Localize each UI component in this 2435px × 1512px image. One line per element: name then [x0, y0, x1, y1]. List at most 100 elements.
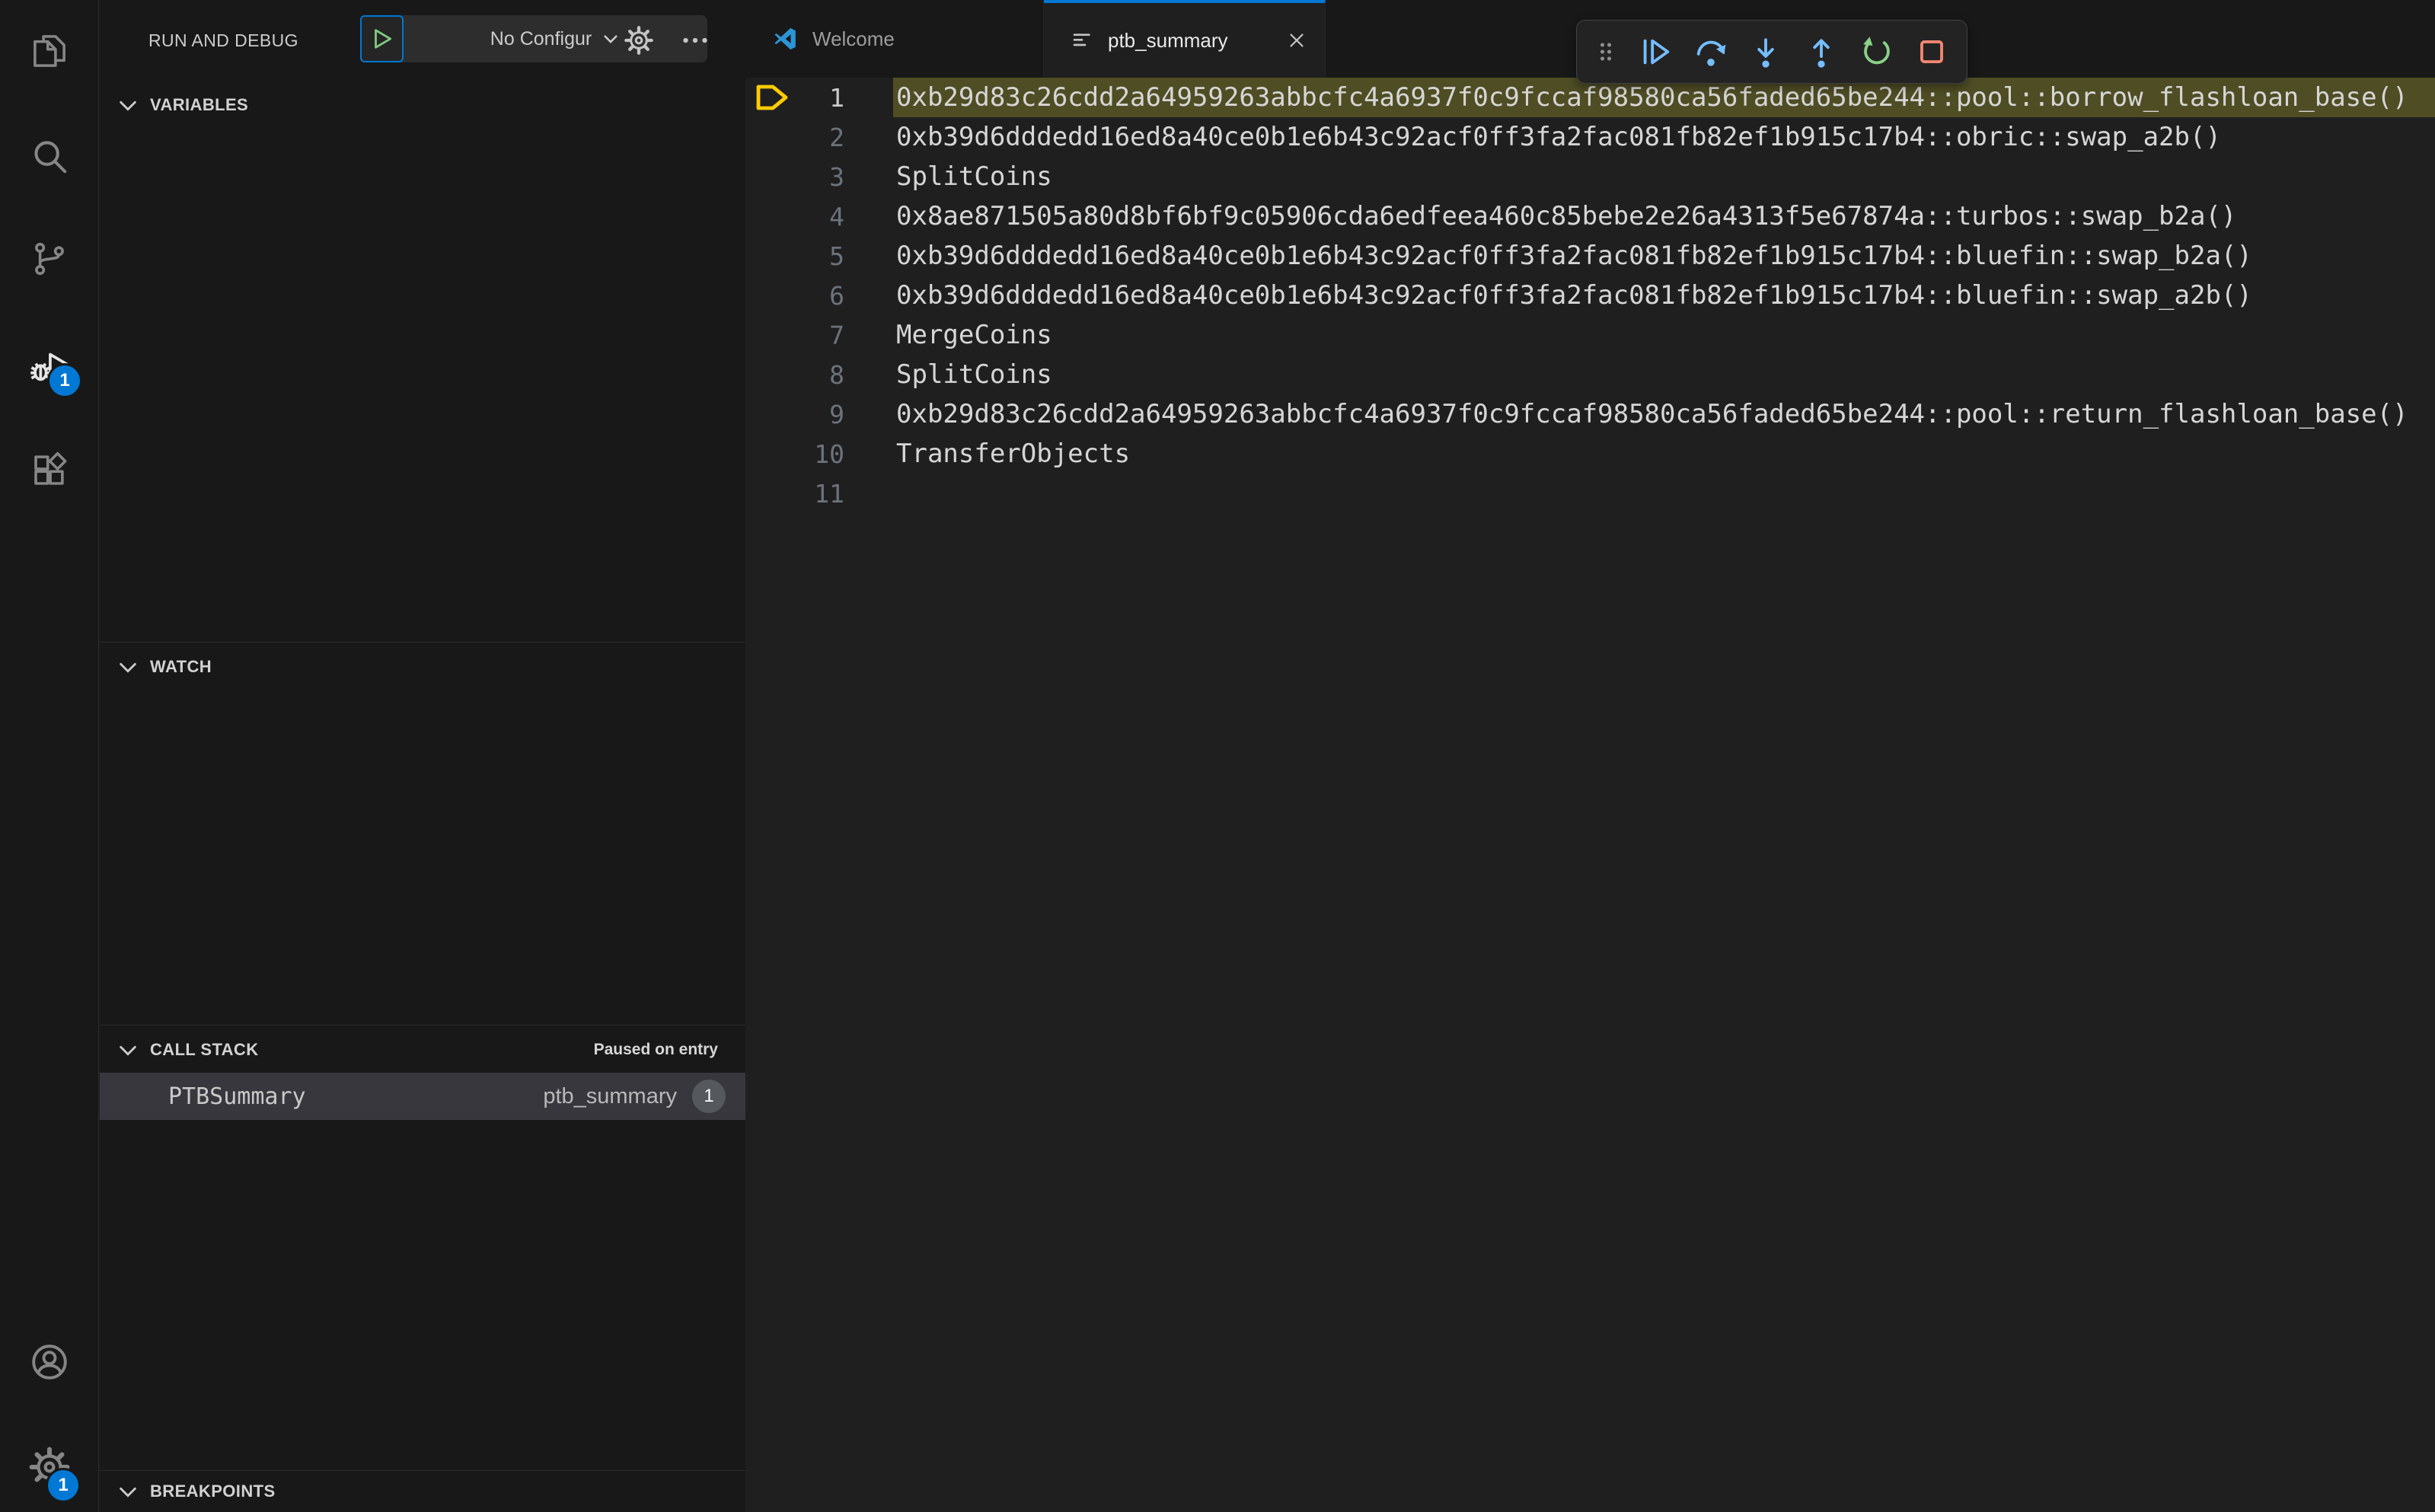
chevron-down-icon: [116, 656, 139, 678]
chevron-down-icon: [116, 94, 139, 116]
section-header-breakpoints[interactable]: BREAKPOINTS: [100, 1471, 745, 1512]
section-label-variables: VARIABLES: [150, 95, 249, 114]
section-header-call-stack[interactable]: CALL STACK Paused on entry: [100, 1026, 745, 1074]
line-number: 6: [829, 280, 844, 311]
views-and-more-actions-button[interactable]: [672, 0, 718, 81]
current-frame-arrow-icon: [745, 83, 794, 112]
sidebar-item-run-and-debug[interactable]: 1: [0, 324, 99, 407]
chevron-down-icon: [116, 1038, 139, 1061]
start-debugging-button[interactable]: [360, 15, 404, 62]
code-line[interactable]: 5 0xb39d6dddedd16ed8a40ce0b1e6b43c92acf0…: [745, 236, 2435, 276]
stack-frame-location: ptb_summary 1: [543, 1080, 726, 1113]
line-number: 2: [829, 122, 844, 152]
settings-notification-badge: 1: [46, 1468, 81, 1503]
code-line[interactable]: 10 TransferObjects: [745, 434, 2435, 474]
code-line[interactable]: 3 SplitCoins: [745, 157, 2435, 196]
line-number: 5: [829, 241, 844, 271]
line-text: [893, 474, 2435, 513]
debug-toolbar-drag-handle[interactable]: [1591, 27, 1621, 76]
editor-area: Welcome ptb_summary 1 0xb29d83c26cdd2a64…: [745, 0, 2435, 1512]
code-line[interactable]: 9 0xb29d83c26cdd2a64959263abbcfc4a6937f0…: [745, 394, 2435, 434]
section-label-call-stack: CALL STACK: [150, 1040, 259, 1059]
code-line[interactable]: 7 MergeCoins: [745, 315, 2435, 355]
gear-icon: [624, 25, 654, 56]
code-line[interactable]: 4 0x8ae871505a80d8bf6bf9c05906cda6edfeea…: [745, 196, 2435, 236]
sidebar-header: RUN AND DEBUG No Configur: [100, 0, 745, 81]
stack-frame-source: ptb_summary: [543, 1083, 677, 1108]
tab-ptb-summary[interactable]: ptb_summary: [1044, 0, 1326, 78]
debug-toolbar: [1576, 20, 1967, 84]
debug-pause-status: Paused on entry: [593, 1041, 718, 1058]
activity-bar: 1 1: [0, 0, 99, 1512]
stop-button[interactable]: [1910, 27, 1953, 76]
sidebar-item-explorer[interactable]: [0, 9, 99, 93]
line-text: 0xb39d6dddedd16ed8a40ce0b1e6b43c92acf0ff…: [896, 280, 2252, 311]
sidebar-title: RUN AND DEBUG: [148, 30, 298, 50]
code-line[interactable]: 2 0xb39d6dddedd16ed8a40ce0b1e6b43c92acf0…: [745, 117, 2435, 157]
account-icon: [27, 1340, 72, 1384]
line-text: 0x8ae871505a80d8bf6bf9c05906cda6edfeea46…: [896, 201, 2237, 231]
section-header-variables[interactable]: VARIABLES: [100, 81, 745, 129]
step-into-button[interactable]: [1744, 27, 1787, 76]
line-number: 7: [829, 320, 844, 350]
line-text: 0xb39d6dddedd16ed8a40ce0b1e6b43c92acf0ff…: [896, 241, 2252, 271]
manage-settings-button[interactable]: 1: [0, 1425, 99, 1509]
tab-label: ptb_summary: [1108, 28, 1228, 52]
extensions-icon: [29, 449, 70, 490]
run-and-debug-sidebar: RUN AND DEBUG No Configur VARIABLES WATC…: [100, 0, 745, 1512]
continue-button[interactable]: [1634, 27, 1677, 76]
tab-welcome[interactable]: Welcome: [745, 0, 1044, 78]
line-text: 0xb39d6dddedd16ed8a40ce0b1e6b43c92acf0ff…: [896, 122, 2221, 152]
line-number: 9: [829, 399, 844, 429]
line-number: 8: [829, 359, 844, 390]
restart-icon: [1859, 34, 1894, 69]
line-number: 4: [829, 201, 844, 231]
close-icon[interactable]: [1285, 29, 1308, 52]
restart-button[interactable]: [1855, 27, 1897, 76]
step-into-icon: [1748, 34, 1783, 69]
section-header-watch[interactable]: WATCH: [100, 643, 745, 691]
call-stack-frame-row[interactable]: PTBSummary ptb_summary 1: [100, 1073, 745, 1120]
line-number: 1: [829, 82, 844, 113]
continue-icon: [1638, 34, 1673, 69]
step-over-icon: [1693, 34, 1728, 69]
line-text: MergeCoins: [896, 320, 1052, 350]
step-out-icon: [1804, 34, 1839, 69]
files-icon: [29, 30, 70, 72]
section-label-breakpoints: BREAKPOINTS: [150, 1482, 276, 1501]
step-out-button[interactable]: [1800, 27, 1843, 76]
tab-label: Welcome: [812, 27, 895, 50]
open-launch-json-button[interactable]: [616, 0, 662, 81]
play-icon: [369, 26, 395, 52]
line-text: 0xb29d83c26cdd2a64959263abbcfc4a6937f0c9…: [896, 399, 2408, 429]
debug-session-count-badge: 1: [47, 363, 82, 398]
chevron-down-icon: [116, 1480, 139, 1503]
code-line[interactable]: 11: [745, 474, 2435, 513]
code-line[interactable]: 6 0xb39d6dddedd16ed8a40ce0b1e6b43c92acf0…: [745, 276, 2435, 315]
gripper-icon: [1594, 38, 1617, 65]
line-text: SplitCoins: [896, 161, 1052, 192]
search-icon: [29, 136, 70, 177]
section-label-watch: WATCH: [150, 657, 212, 676]
sidebar-item-search[interactable]: [0, 114, 99, 198]
vscode-logo-icon: [771, 25, 799, 53]
debug-configuration-label: No Configur: [490, 27, 592, 49]
list-icon: [1070, 28, 1094, 53]
code-line[interactable]: 8 SplitCoins: [745, 355, 2435, 394]
sidebar-item-extensions[interactable]: [0, 428, 99, 512]
ellipsis-icon: [680, 25, 710, 56]
line-number: 10: [814, 439, 844, 469]
source-control-icon: [29, 238, 70, 279]
line-number: 11: [814, 478, 844, 509]
accounts-menu[interactable]: [0, 1320, 99, 1404]
stack-frame-line-badge: 1: [692, 1080, 726, 1113]
stack-frame-name: PTBSummary: [168, 1083, 306, 1110]
stop-icon: [1914, 34, 1949, 69]
line-text: TransferObjects: [896, 439, 1131, 469]
sidebar-item-source-control[interactable]: [0, 217, 99, 301]
step-over-button[interactable]: [1689, 27, 1731, 76]
code-editor[interactable]: 1 0xb29d83c26cdd2a64959263abbcfc4a6937f0…: [745, 78, 2435, 513]
line-number: 3: [829, 161, 844, 192]
line-text: SplitCoins: [896, 359, 1052, 390]
debug-configuration-dropdown[interactable]: No Configur: [404, 15, 707, 62]
